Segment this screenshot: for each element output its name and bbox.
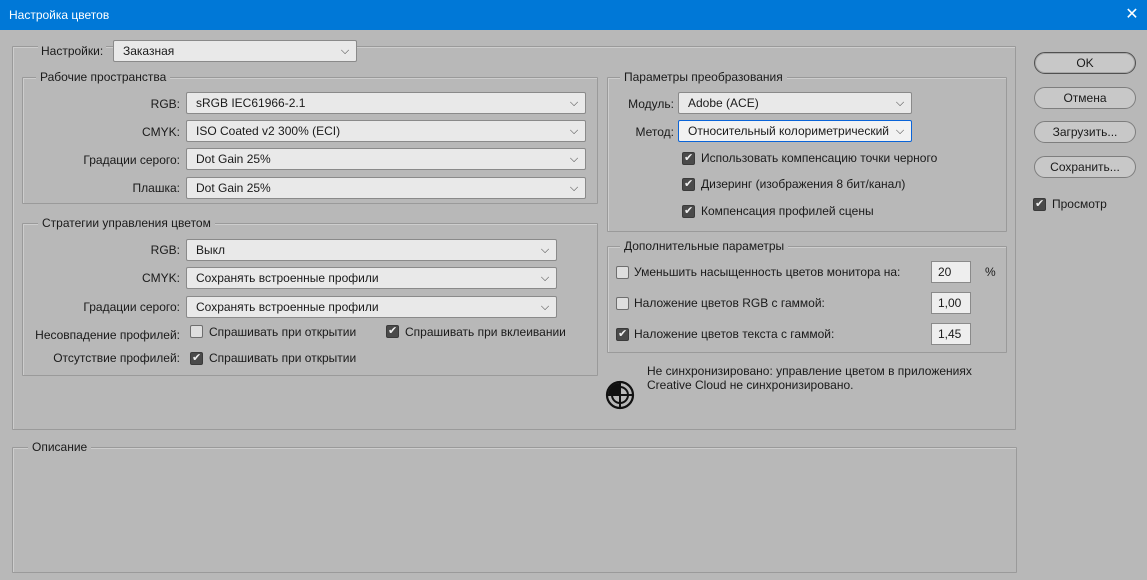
cancel-button[interactable]: Отмена: [1034, 87, 1136, 109]
mismatch-ask-paste-label[interactable]: Спрашивать при вклеивании: [405, 325, 566, 339]
desaturate-label[interactable]: Уменьшить насыщенность цветов монитора н…: [634, 265, 900, 279]
mismatch-ask-paste-checkbox[interactable]: [386, 324, 399, 338]
intent-label: Метод:: [635, 125, 674, 139]
scene-comp-checkbox[interactable]: [682, 204, 695, 218]
advanced-title: Дополнительные параметры: [620, 239, 789, 253]
policy-cmyk-label: CMYK:: [141, 271, 180, 285]
load-button[interactable]: Загрузить...: [1034, 121, 1136, 143]
ws-gray-label: Градации серого:: [83, 153, 180, 167]
policies-title: Стратегии управления цветом: [38, 216, 215, 230]
preview-checkbox[interactable]: [1033, 197, 1046, 211]
blend-rgb-input[interactable]: 1,00: [931, 292, 971, 314]
blend-text-checkbox[interactable]: [616, 327, 629, 341]
description-title: Описание: [28, 440, 92, 454]
ws-spot-label: Плашка:: [132, 181, 180, 195]
ok-button[interactable]: OK: [1034, 52, 1136, 74]
settings-dropdown[interactable]: Заказная ⌵: [113, 40, 357, 62]
chevron-down-icon: ⌵: [540, 300, 550, 313]
desaturate-checkbox[interactable]: [616, 266, 629, 279]
sync-status-icon: [605, 380, 635, 410]
black-point-label[interactable]: Использовать компенсацию точки черного: [701, 151, 937, 165]
black-point-checkbox[interactable]: [682, 151, 695, 165]
chevron-down-icon: ⌵: [569, 96, 579, 109]
mismatch-ask-open-checkbox[interactable]: [190, 325, 203, 338]
chevron-down-icon: ⌵: [895, 96, 905, 109]
desaturate-input[interactable]: 20: [931, 261, 971, 283]
description-group: [12, 447, 1017, 573]
missing-label: Отсутствие профилей:: [53, 351, 180, 365]
title-bar: Настройка цветов ✕: [0, 0, 1147, 30]
dither-checkbox[interactable]: [682, 177, 695, 191]
policy-gray-dropdown[interactable]: Сохранять встроенные профили ⌵: [186, 296, 557, 318]
chevron-down-icon: ⌵: [340, 44, 350, 57]
chevron-down-icon: ⌵: [540, 243, 550, 256]
working-spaces-title: Рабочие пространства: [36, 70, 171, 84]
policy-cmyk-dropdown[interactable]: Сохранять встроенные профили ⌵: [186, 267, 557, 289]
missing-ask-open-checkbox[interactable]: [190, 351, 203, 365]
close-icon[interactable]: ✕: [1117, 0, 1147, 30]
chevron-down-icon: ⌵: [540, 271, 550, 284]
blend-text-input[interactable]: 1,45: [931, 323, 971, 345]
dither-label[interactable]: Дизеринг (изображения 8 бит/канал): [701, 177, 905, 191]
missing-ask-open-label[interactable]: Спрашивать при открытии: [209, 351, 356, 365]
chevron-down-icon: ⌵: [569, 152, 579, 165]
save-button[interactable]: Сохранить...: [1034, 156, 1136, 178]
chevron-down-icon: ⌵: [569, 124, 579, 137]
sync-status-line1: Не синхронизировано: управление цветом в…: [647, 364, 972, 378]
settings-label: Настройки:: [38, 44, 107, 58]
ws-rgb-dropdown[interactable]: sRGB IEC61966-2.1 ⌵: [186, 92, 586, 114]
ws-cmyk-dropdown[interactable]: ISO Coated v2 300% (ECI) ⌵: [186, 120, 586, 142]
ws-rgb-label: RGB:: [150, 97, 180, 111]
chevron-down-icon: ⌵: [895, 124, 905, 137]
policy-gray-label: Градации серого:: [83, 300, 180, 314]
engine-label: Модуль:: [628, 97, 674, 111]
ws-spot-dropdown[interactable]: Dot Gain 25% ⌵: [186, 177, 586, 199]
window-title: Настройка цветов: [9, 8, 110, 22]
blend-rgb-label[interactable]: Наложение цветов RGB с гаммой:: [634, 296, 825, 310]
intent-dropdown[interactable]: Относительный колориметрический ⌵: [678, 120, 912, 142]
mismatch-ask-open-label[interactable]: Спрашивать при открытии: [209, 325, 356, 339]
mismatch-label: Несовпадение профилей:: [35, 328, 180, 342]
chevron-down-icon: ⌵: [569, 181, 579, 194]
policy-rgb-dropdown[interactable]: Выкл ⌵: [186, 239, 557, 261]
sync-status-line2: Creative Cloud не синхронизировано.: [647, 378, 854, 392]
policy-rgb-label: RGB:: [150, 243, 180, 257]
conversion-title: Параметры преобразования: [620, 70, 787, 84]
blend-text-label[interactable]: Наложение цветов текста с гаммой:: [634, 327, 834, 341]
scene-comp-label[interactable]: Компенсация профилей сцены: [701, 204, 874, 218]
engine-dropdown[interactable]: Adobe (ACE) ⌵: [678, 92, 912, 114]
ws-gray-dropdown[interactable]: Dot Gain 25% ⌵: [186, 148, 586, 170]
blend-rgb-checkbox[interactable]: [616, 297, 629, 310]
desaturate-unit: %: [985, 265, 996, 279]
preview-label[interactable]: Просмотр: [1052, 197, 1107, 211]
ws-cmyk-label: CMYK:: [141, 125, 180, 139]
